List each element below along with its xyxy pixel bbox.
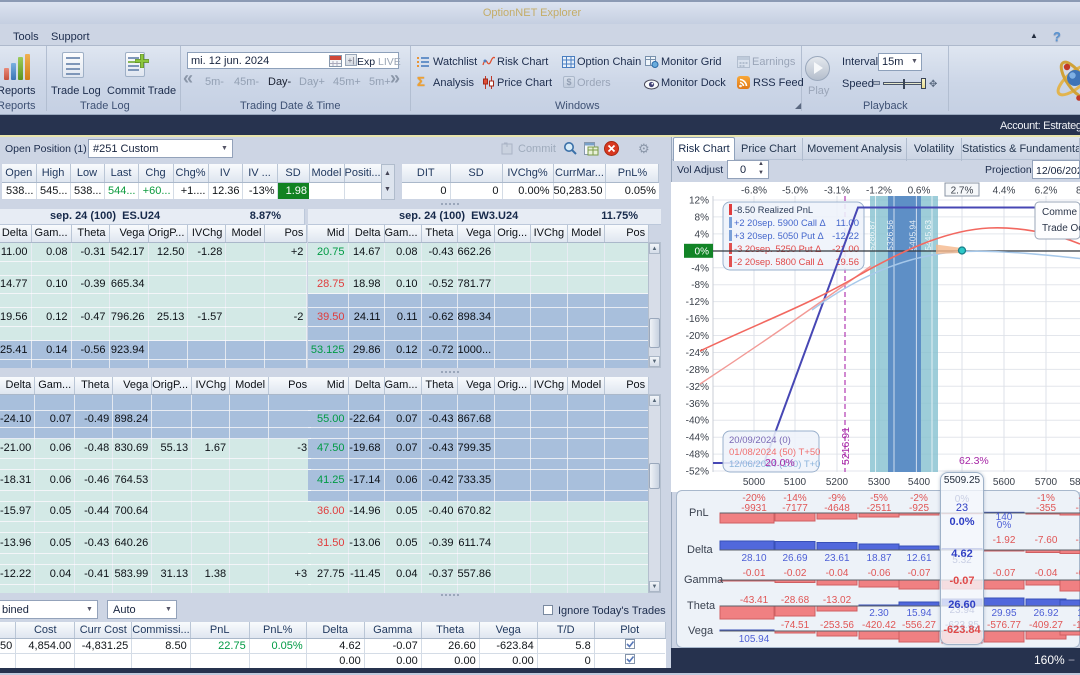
svg-text:-20%: -20% [686,331,709,342]
svg-text:Comme: Comme [1042,207,1077,218]
svg-text:28.10: 28.10 [741,553,766,564]
svg-text:-355: -355 [1036,503,1056,514]
svg-text:5600: 5600 [993,477,1016,488]
svg-text:-28%: -28% [686,365,709,376]
svg-text:0%: 0% [695,246,710,257]
svg-text:20/09/2024 (0): 20/09/2024 (0) [729,435,791,446]
svg-text:58: 58 [1069,477,1080,488]
svg-text:Theta: Theta [687,600,716,612]
svg-text:2.30: 2.30 [869,608,889,619]
svg-text:Vega: Vega [688,625,714,637]
svg-text:5326.56: 5326.56 [885,220,895,251]
svg-text:-1: -1 [1076,535,1080,546]
svg-text:-0.04: -0.04 [1035,568,1058,579]
svg-text:-2511: -2511 [867,503,892,514]
svg-text:-925: -925 [909,503,929,514]
svg-text:Gamma: Gamma [684,574,724,586]
svg-text:-420.42: -420.42 [862,620,896,631]
svg-text:-253.56: -253.56 [820,620,854,631]
svg-text:-8%: -8% [691,280,709,291]
svg-text:4.4%: 4.4% [993,186,1016,197]
svg-text:Delta: Delta [687,544,714,556]
svg-text:26.92: 26.92 [1033,608,1058,619]
svg-text:-1.2%: -1.2% [866,186,892,197]
svg-text:-0.06: -0.06 [868,568,891,579]
svg-text:105.94: 105.94 [739,634,770,645]
svg-text:12.61: 12.61 [906,553,931,564]
svg-text:-7.60: -7.60 [1035,535,1058,546]
svg-text:8: 8 [1076,186,1080,197]
svg-text:-409.27: -409.27 [1029,620,1063,631]
svg-text:-40%: -40% [686,416,709,427]
svg-text:20.0%: 20.0% [765,457,795,469]
svg-text:-4%: -4% [691,263,709,274]
svg-text:26.69: 26.69 [782,553,807,564]
svg-text:11.00: 11.00 [836,218,859,229]
svg-text:-52%: -52% [686,467,709,478]
svg-text:-0.07: -0.07 [908,568,931,579]
svg-text:-21.00: -21.00 [832,244,859,255]
svg-text:5200: 5200 [826,477,849,488]
svg-text:-0: -0 [1076,568,1080,579]
svg-text:-12%: -12% [686,297,709,308]
svg-text:5700: 5700 [1035,477,1058,488]
svg-text:-4648: -4648 [824,503,850,514]
svg-text:-17: -17 [1073,620,1080,631]
svg-text:-8.50 Realized PnL: -8.50 Realized PnL [734,205,813,215]
svg-text:5286.87: 5286.87 [867,220,877,251]
svg-text:-0.07: -0.07 [993,568,1016,579]
svg-text:-0.01: -0.01 [743,568,766,579]
svg-text:-2 20sep. 5800 Call Δ: -2 20sep. 5800 Call Δ [734,257,823,267]
svg-text:0%: 0% [997,520,1012,531]
svg-text:6.2%: 6.2% [1035,186,1058,197]
svg-text:12%: 12% [689,196,709,207]
svg-text:23.61: 23.61 [824,553,849,564]
svg-text:5300: 5300 [868,477,891,488]
svg-text:-6.8%: -6.8% [741,186,767,197]
svg-text:-1: -1 [1076,503,1080,514]
svg-text:-9931: -9931 [741,503,767,514]
svg-text:-3 20sep. 5250 Put Δ: -3 20sep. 5250 Put Δ [734,244,821,254]
svg-text:5000: 5000 [743,477,766,488]
svg-text:-7177: -7177 [782,503,808,514]
svg-text:-3.1%: -3.1% [824,186,850,197]
svg-text:-5.0%: -5.0% [782,186,808,197]
svg-text:-1.92: -1.92 [993,535,1016,546]
svg-text:+3 20sep. 5050 Put Δ: +3 20sep. 5050 Put Δ [734,231,824,241]
svg-text:-36%: -36% [686,399,709,410]
svg-text:2.7%: 2.7% [951,186,974,197]
svg-text:5100: 5100 [784,477,807,488]
svg-text:+2 20sep. 5900 Call Δ: +2 20sep. 5900 Call Δ [734,218,826,228]
svg-text:-32%: -32% [686,382,709,393]
svg-text:5400: 5400 [908,477,931,488]
svg-text:29.95: 29.95 [991,608,1016,619]
svg-text:-24%: -24% [686,348,709,359]
svg-text:5445.63: 5445.63 [923,220,933,251]
svg-text:PnL: PnL [689,507,709,519]
svg-text:-13.02: -13.02 [823,595,852,606]
svg-text:0.6%: 0.6% [908,186,931,197]
svg-text:-44%: -44% [686,433,709,444]
svg-text:-16%: -16% [686,314,709,325]
svg-text:-28.68: -28.68 [781,595,810,606]
svg-text:-0.04: -0.04 [826,568,849,579]
svg-text:-556.27: -556.27 [902,620,936,631]
svg-text:18.87: 18.87 [866,553,891,564]
svg-text:5216.91: 5216.91 [840,427,852,465]
svg-text:Trade Oc: Trade Oc [1042,223,1080,234]
svg-text:-0.02: -0.02 [784,568,807,579]
svg-text:-576.77: -576.77 [987,620,1021,631]
svg-text:-48%: -48% [686,450,709,461]
svg-text:-43.41: -43.41 [740,595,769,606]
svg-text:-74.51: -74.51 [781,620,810,631]
svg-text:62.3%: 62.3% [959,455,989,467]
svg-text:4%: 4% [695,229,710,240]
svg-text:8%: 8% [695,212,710,223]
svg-text:15.94: 15.94 [906,608,931,619]
